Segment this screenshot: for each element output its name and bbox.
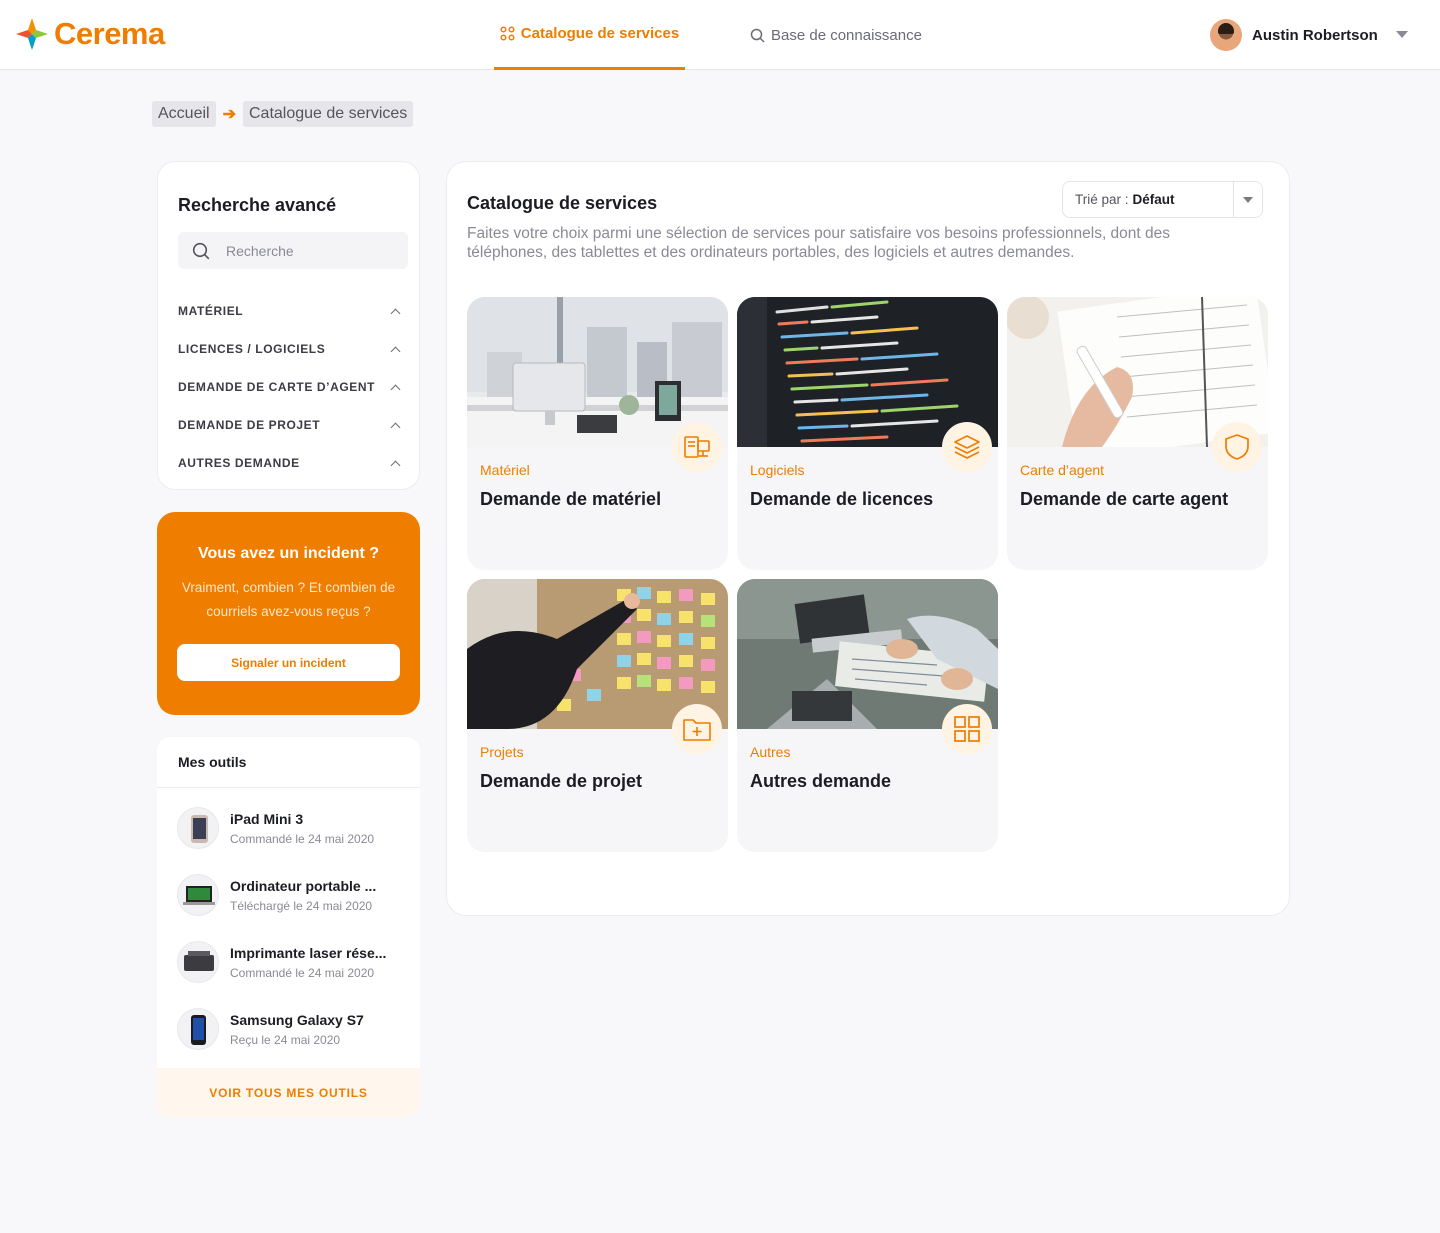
tool-name: Ordinateur portable ...: [230, 877, 377, 894]
card-category: Carte d’agent: [1020, 462, 1105, 478]
my-tools-title: Mes outils: [157, 737, 420, 788]
ipad-icon: [177, 807, 219, 849]
card-category: Logiciels: [750, 462, 805, 478]
category-label: DEMANDE DE PROJET: [178, 418, 321, 432]
service-card-materiel[interactable]: Matériel Demande de matériel: [467, 297, 728, 570]
tool-item[interactable]: Imprimante laser rése... Commandé le 24 …: [177, 941, 386, 983]
breadcrumb-home[interactable]: Accueil: [152, 101, 216, 127]
category-label: AUTRES DEMANDE: [178, 456, 300, 470]
arrow-right-icon: ➔: [222, 106, 236, 123]
tool-name: Imprimante laser rése...: [230, 944, 387, 961]
logo-text: Cerema: [54, 16, 165, 51]
tool-item[interactable]: Samsung Galaxy S7 Reçu le 24 mai 2020: [177, 1008, 364, 1050]
category-label: MATÉRIEL: [178, 304, 244, 318]
card-category: Autres: [750, 744, 791, 760]
search-icon: [750, 28, 765, 43]
tab-label: Base de connaissance: [771, 26, 922, 44]
tool-item[interactable]: Ordinateur portable ... Téléchargé le 24…: [177, 874, 376, 916]
report-incident-button[interactable]: Signaler un incident: [177, 644, 400, 681]
category-licences-logiciels[interactable]: LICENCES / LOGICIELS: [178, 330, 401, 368]
incident-title: Vous avez un incident ?: [197, 545, 380, 562]
breadcrumb: Accueil ➔ Catalogue de services: [152, 101, 414, 127]
user-menu[interactable]: Austin Robertson: [1210, 19, 1408, 51]
category-label: DEMANDE DE CARTE D’AGENT: [178, 380, 376, 394]
advanced-search-panel: Recherche avancé MATÉRIEL LICENCES / LOG…: [157, 161, 420, 490]
sort-value: Défaut: [1132, 192, 1175, 207]
catalog-intro: Faites votre choix parmi une sélection d…: [467, 225, 1171, 261]
laptop-icon: [177, 874, 219, 916]
cerema-logo-mark-icon: [16, 18, 48, 50]
tool-date: Téléchargé le 24 mai 2020: [230, 898, 373, 913]
card-title: Demande de carte agent: [1020, 489, 1229, 509]
chevron-up-icon[interactable]: [390, 308, 401, 318]
advanced-search-title: Recherche avancé: [178, 195, 337, 215]
user-name: Austin Robertson: [1252, 26, 1378, 44]
chevron-down-icon[interactable]: [1396, 31, 1408, 38]
cerema-logo[interactable]: Cerema: [14, 16, 165, 52]
chevron-down-icon[interactable]: [1233, 182, 1262, 217]
layers-icon: [942, 422, 992, 472]
grid-icon: [942, 704, 992, 754]
search-input[interactable]: [226, 242, 386, 259]
hardware-icon: [672, 422, 722, 472]
avatar: [1210, 19, 1242, 51]
smartphone-icon: [177, 1008, 219, 1050]
tool-date: Commandé le 24 mai 2020: [230, 965, 375, 980]
search-icon: [192, 242, 210, 259]
service-card-autres[interactable]: Autres Autres demande: [737, 579, 998, 852]
tool-date: Commandé le 24 mai 2020: [230, 831, 375, 846]
tool-name: Samsung Galaxy S7: [230, 1011, 364, 1028]
category-autres[interactable]: AUTRES DEMANDE: [178, 444, 401, 482]
tab-label: Catalogue de services: [520, 25, 680, 42]
category-materiel[interactable]: MATÉRIEL: [178, 292, 401, 330]
card-category: Matériel: [480, 462, 530, 478]
breadcrumb-current: Catalogue de services: [242, 101, 414, 127]
service-card-projet[interactable]: Projets Demande de projet: [467, 579, 728, 852]
tool-name: iPad Mini 3: [230, 810, 304, 827]
category-label: LICENCES / LOGICIELS: [178, 342, 326, 356]
sort-label: Trié par :: [1075, 192, 1129, 207]
catalog-title: Catalogue de services: [467, 193, 658, 213]
chevron-up-icon[interactable]: [390, 384, 401, 394]
card-title: Demande de licences: [750, 489, 934, 509]
sort-select[interactable]: Trié par : Défaut: [1062, 181, 1263, 218]
chevron-up-icon[interactable]: [390, 460, 401, 470]
view-all-tools-button[interactable]: VOIR TOUS MES OUTILS: [157, 1068, 420, 1117]
printer-icon: [177, 941, 219, 983]
category-carte-agent[interactable]: DEMANDE DE CARTE D’AGENT: [178, 368, 401, 406]
category-projet[interactable]: DEMANDE DE PROJET: [178, 406, 401, 444]
category-list: MATÉRIEL LICENCES / LOGICIELS DEMANDE DE…: [178, 292, 401, 482]
card-title: Demande de projet: [480, 771, 643, 791]
shield-icon: [1212, 422, 1262, 472]
incident-card: Vous avez un incident ? Vraiment, combie…: [157, 512, 420, 715]
search-box[interactable]: [178, 232, 408, 269]
service-card-carte-agent[interactable]: Carte d’agent Demande de carte agent: [1007, 297, 1268, 570]
tab-base-de-connaissance[interactable]: Base de connaissance: [750, 0, 922, 70]
grid-icon: [500, 26, 515, 41]
tool-date: Reçu le 24 mai 2020: [230, 1032, 341, 1047]
my-tools-panel: Mes outils iPad Mini 3 Commandé le 24 ma…: [157, 737, 420, 1117]
tab-catalogue-de-services[interactable]: Catalogue de services: [494, 0, 685, 70]
incident-text: Vraiment, combien ? Et combien de courri…: [181, 580, 396, 619]
chevron-up-icon[interactable]: [390, 422, 401, 432]
card-category: Projets: [480, 744, 524, 760]
chevron-up-icon[interactable]: [390, 346, 401, 356]
card-title: Autres demande: [750, 771, 892, 791]
catalog-panel: Catalogue de services Trié par : Défaut …: [446, 161, 1290, 916]
tool-item[interactable]: iPad Mini 3 Commandé le 24 mai 2020: [177, 807, 374, 849]
top-header: Cerema Catalogue de services Base de con…: [0, 0, 1440, 70]
card-title: Demande de matériel: [480, 489, 662, 509]
folder-plus-icon: [672, 704, 722, 754]
service-card-logiciels[interactable]: Logiciels Demande de licences: [737, 297, 998, 570]
